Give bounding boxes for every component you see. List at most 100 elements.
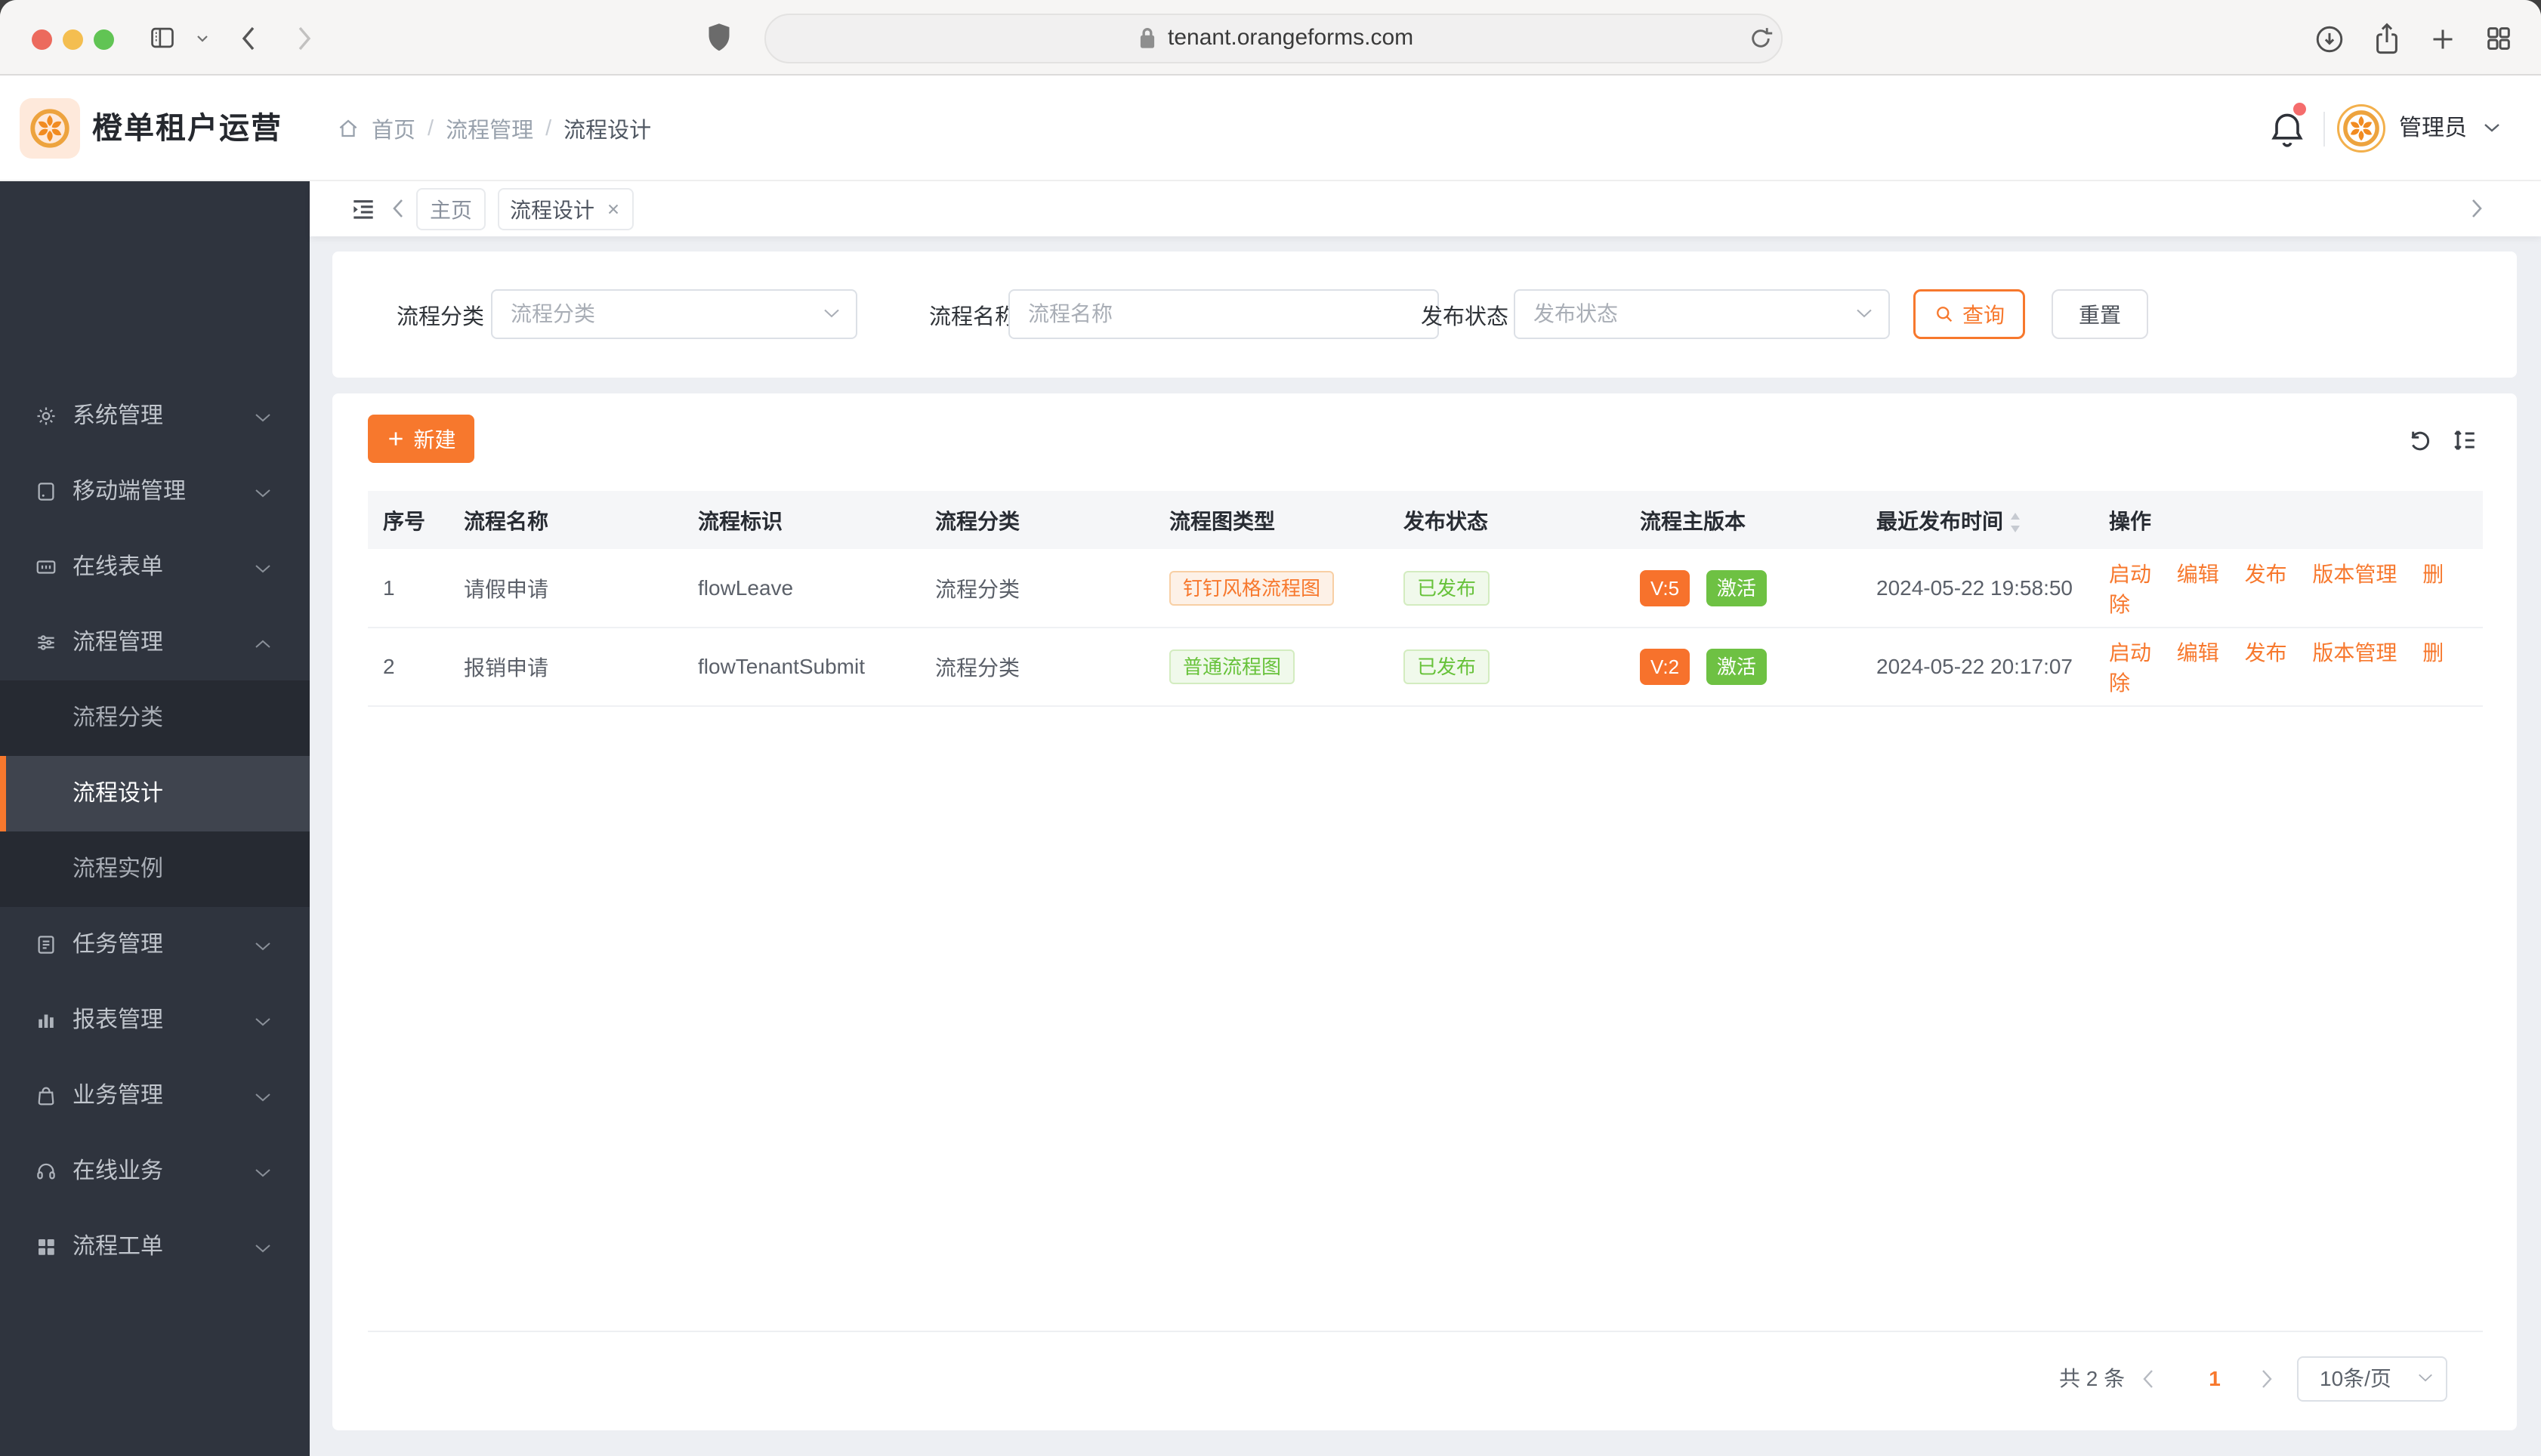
- sidebar-item-online-forms[interactable]: 在线表单: [0, 529, 310, 605]
- reload-icon[interactable]: [1746, 24, 1775, 53]
- create-button-label: 新建: [413, 428, 456, 452]
- bar-chart-icon: [35, 1009, 57, 1032]
- refresh-icon[interactable]: [2407, 427, 2434, 454]
- new-tab-icon[interactable]: [2428, 24, 2458, 54]
- action-edit-link[interactable]: 编辑: [2177, 563, 2219, 586]
- col-header-published-time[interactable]: 最近发布时间: [1861, 491, 2094, 549]
- cell-index: 1: [368, 549, 449, 628]
- diagram-type-tag: 钉钉风格流程图: [1169, 570, 1335, 606]
- reset-button-label: 重置: [2078, 304, 2121, 327]
- sidebar-item-business-management[interactable]: 业务管理: [0, 1058, 310, 1134]
- tabs-scroll-left-icon[interactable]: [391, 198, 405, 219]
- back-button[interactable]: [240, 25, 257, 52]
- action-version-management-link[interactable]: 版本管理: [2312, 563, 2397, 586]
- sidebar-item-label: 任务管理: [73, 932, 163, 957]
- column-settings-icon[interactable]: [2451, 427, 2478, 454]
- category-select[interactable]: 流程分类: [491, 289, 857, 339]
- create-button[interactable]: 新建: [368, 415, 474, 463]
- action-publish-link[interactable]: 发布: [2245, 641, 2287, 665]
- page-size-select[interactable]: 10条/页: [2297, 1356, 2447, 1402]
- chevron-down-icon: [254, 1016, 272, 1028]
- reset-button[interactable]: 重置: [2052, 289, 2148, 339]
- chevron-up-icon: [254, 638, 272, 650]
- action-start-link[interactable]: 启动: [2109, 641, 2151, 665]
- lock-icon: [1138, 24, 1157, 51]
- breadcrumb-current: 流程设计: [563, 119, 652, 143]
- pagination: 共 2 条 1 10条/页: [332, 1356, 2517, 1402]
- sidebar-nav: 系统管理 移动端管理 在线表单 流程管理 流程分类 流程设计 流程实例 任务管理…: [0, 181, 310, 1456]
- browser-toolbar: tenant.orangeforms.com: [0, 0, 2541, 76]
- sidebar-item-task-management[interactable]: 任务管理: [0, 907, 310, 982]
- prev-page-icon[interactable]: [2141, 1368, 2155, 1390]
- tab-home[interactable]: 主页: [416, 188, 486, 230]
- home-icon: [337, 117, 360, 140]
- process-management-submenu: 流程分类 流程设计 流程实例: [0, 680, 310, 907]
- action-publish-link[interactable]: 发布: [2245, 563, 2287, 586]
- bag-icon: [35, 1084, 57, 1107]
- user-menu-chevron-icon[interactable]: [2482, 121, 2502, 134]
- sidebar-item-process-instance[interactable]: 流程实例: [0, 831, 310, 907]
- breadcrumb-level1[interactable]: 流程管理: [446, 113, 533, 144]
- process-name-input[interactable]: [1008, 289, 1439, 339]
- breadcrumb-home[interactable]: 首页: [372, 113, 415, 144]
- filter-category-label: 流程分类: [397, 304, 485, 329]
- breadcrumb: 首页 / 流程管理 / 流程设计: [337, 76, 651, 181]
- sidebar-item-report-management[interactable]: 报表管理: [0, 982, 310, 1058]
- user-name[interactable]: 管理员: [2399, 76, 2467, 181]
- process-table-panel: 新建 序号 流程名称 流程标识 流程分类 流程图类型 发布状态 流程主版本 最近…: [332, 393, 2517, 1430]
- chevron-down-icon: [1855, 307, 1873, 319]
- sidebar-toggle-icon[interactable]: [148, 23, 177, 52]
- tab-list-icon[interactable]: [349, 195, 378, 224]
- action-edit-link[interactable]: 编辑: [2177, 641, 2219, 665]
- notification-badge: [2293, 103, 2306, 116]
- tab-overview-icon[interactable]: [2484, 23, 2514, 54]
- filter-name-label: 流程名称: [929, 304, 1017, 329]
- chevron-down-icon: [254, 412, 272, 424]
- chevron-down-icon: [2417, 1372, 2434, 1384]
- user-avatar[interactable]: [2337, 104, 2385, 153]
- sidebar-item-label: 流程工单: [73, 1234, 163, 1259]
- select-placeholder: 发布状态: [1533, 302, 1619, 325]
- sidebar-item-online-business[interactable]: 在线业务: [0, 1134, 310, 1209]
- sidebar-item-process-design[interactable]: 流程设计: [0, 756, 310, 831]
- active-indicator: [0, 756, 6, 831]
- breadcrumb-separator: /: [545, 116, 552, 140]
- sort-carets-icon[interactable]: [2009, 511, 2021, 534]
- chevron-down-icon: [254, 1242, 272, 1254]
- close-window-button[interactable]: [32, 29, 52, 50]
- page-number[interactable]: 1: [2200, 1356, 2230, 1402]
- action-start-link[interactable]: 启动: [2109, 563, 2151, 586]
- chevron-down-icon: [254, 487, 272, 499]
- breadcrumb-separator: /: [428, 116, 434, 140]
- share-icon[interactable]: [2370, 21, 2404, 56]
- table-row: 2 报销申请 flowTenantSubmit 流程分类 普通流程图 已发布 V…: [368, 628, 2483, 707]
- next-page-icon[interactable]: [2260, 1368, 2274, 1390]
- url-text: tenant.orangeforms.com: [1168, 25, 1414, 50]
- screenshot-root: tenant.orangeforms.com 橙单租户运营 首页 / 流程管理 …: [0, 0, 2541, 1456]
- diagram-type-tag: 普通流程图: [1169, 649, 1295, 684]
- table-row: 1 请假申请 flowLeave 流程分类 钉钉风格流程图 已发布 V:5 激活…: [368, 549, 2483, 628]
- zoom-window-button[interactable]: [94, 29, 114, 50]
- tab-process-design[interactable]: 流程设计: [498, 188, 634, 230]
- col-header-name: 流程名称: [449, 491, 683, 549]
- filter-status-label: 发布状态: [1421, 304, 1509, 329]
- downloads-icon[interactable]: [2313, 23, 2346, 56]
- sidebar-item-system-management[interactable]: 系统管理: [0, 378, 310, 454]
- action-version-management-link[interactable]: 版本管理: [2312, 641, 2397, 665]
- search-button[interactable]: 查询: [1913, 289, 2025, 339]
- tab-label: 主页: [429, 199, 472, 222]
- publish-status-select[interactable]: 发布状态: [1514, 289, 1890, 339]
- minimize-window-button[interactable]: [63, 29, 83, 50]
- pagination-total: 共 2 条: [2059, 1367, 2126, 1390]
- browser-window: tenant.orangeforms.com 橙单租户运营 首页 / 流程管理 …: [0, 0, 2541, 1456]
- sidebar-item-mobile-management[interactable]: 移动端管理: [0, 454, 310, 529]
- close-tab-icon[interactable]: [605, 201, 622, 217]
- tabs-scroll-right-icon[interactable]: [2470, 198, 2484, 219]
- sidebar-item-process-category[interactable]: 流程分类: [0, 680, 310, 756]
- forward-button[interactable]: [296, 25, 313, 52]
- sidebar-item-process-workorder[interactable]: 流程工单: [0, 1209, 310, 1285]
- sidebar-dropdown-chevron-icon[interactable]: [195, 33, 210, 44]
- sidebar-item-label: 业务管理: [73, 1083, 163, 1108]
- sidebar-item-process-management[interactable]: 流程管理: [0, 605, 310, 680]
- privacy-shield-icon[interactable]: [705, 21, 733, 54]
